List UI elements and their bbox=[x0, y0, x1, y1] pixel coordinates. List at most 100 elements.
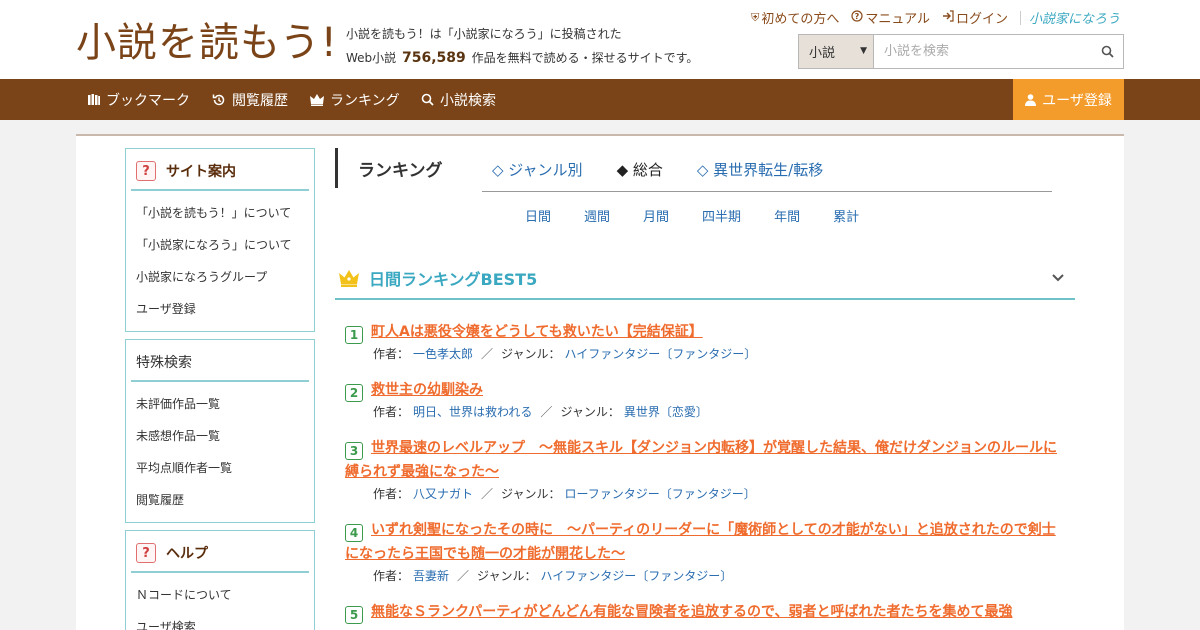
entry-title-line: 3 世界最速のレベルアップ ～無能スキル【ダンジョン内転移】が覚醒した結果、俺だけ… bbox=[345, 436, 1065, 484]
question-circle-icon: ? bbox=[851, 10, 863, 25]
sidebox-link[interactable]: ユーザ登録 bbox=[136, 293, 314, 325]
entry-title-link[interactable]: 無能なＳランクパーティがどんどん有能な冒険者を追放するので、弱者と呼ばれた者たち… bbox=[371, 604, 1012, 620]
nav-register-label: ユーザ登録 bbox=[1042, 92, 1112, 109]
nav-bookmark[interactable]: ブックマーク bbox=[88, 79, 190, 120]
period-monthly[interactable]: 月間 bbox=[643, 206, 669, 225]
entry-title-link[interactable]: 救世主の幼馴染み bbox=[371, 382, 483, 398]
entry-title-line: 5 無能なＳランクパーティがどんどん有能な冒険者を追放するので、弱者と呼ばれた者た… bbox=[345, 600, 1065, 624]
sidebox-title: 特殊検索 bbox=[136, 355, 192, 371]
author-label: 作者： bbox=[373, 487, 410, 501]
nav-register-button[interactable]: ユーザ登録 bbox=[1013, 79, 1124, 120]
top-links: ⛨ 初めての方へ ? マニュアル ログイン 小説家になろう bbox=[739, 8, 1120, 27]
entry-title-line: 2 救世主の幼馴染み bbox=[345, 378, 1065, 402]
author-link[interactable]: 吾妻新 bbox=[413, 569, 449, 583]
sidebox-link[interactable]: 未評価作品一覧 bbox=[136, 388, 314, 420]
author-link[interactable]: 八又ナガト bbox=[413, 487, 473, 501]
site-logo[interactable]: 小説を読もう! bbox=[76, 14, 332, 66]
work-count: 756,589 bbox=[402, 50, 466, 66]
chevron-down-icon[interactable] bbox=[1051, 269, 1065, 288]
tagline-line1: 小説を読もう！は「小説家になろう」に投稿された bbox=[346, 27, 622, 41]
author-link[interactable]: 一色孝太郎 bbox=[413, 347, 473, 361]
top-link-label: マニュアル bbox=[865, 12, 930, 27]
author-label: 作者： bbox=[373, 405, 410, 419]
sidebox-list: 「小説を読もう！」について 「小説家になろう」について 小説家になろうグループ … bbox=[126, 191, 314, 331]
sidebox-title: ヘルプ bbox=[166, 546, 208, 562]
entry-meta: 作者： 八又ナガト ／ ジャンル： ローファンタジー〔ファンタジー〕 bbox=[345, 484, 1065, 504]
entry-title-link[interactable]: 町人Aは悪役令嬢をどうしても救いたい【完結保証】 bbox=[371, 324, 703, 340]
user-icon bbox=[1025, 93, 1037, 106]
sidebox-link[interactable]: 「小説家になろう」について bbox=[136, 229, 314, 261]
entry-title-line: 4 いずれ剣聖になったその時に 〜パーティのリーダーに「魔術師としての才能がない」… bbox=[345, 518, 1065, 566]
best5-header[interactable]: 日間ランキングBEST5 bbox=[335, 258, 1075, 300]
sidebox-link[interactable]: 小説家になろうグループ bbox=[136, 261, 314, 293]
period-total[interactable]: 累計 bbox=[833, 206, 859, 225]
caret-down-icon: ▼ bbox=[860, 46, 867, 56]
genre-label: ジャンル： bbox=[560, 405, 620, 419]
top-link-beginner[interactable]: ⛨ 初めての方へ bbox=[751, 8, 839, 28]
genre-link[interactable]: ハイファンタジー〔ファンタジー〕 bbox=[564, 347, 756, 361]
sidebox-link[interactable]: ユーザ検索 bbox=[136, 611, 314, 630]
nav-search[interactable]: 小説検索 bbox=[421, 79, 496, 120]
genre-label: ジャンル： bbox=[477, 569, 537, 583]
search-input[interactable] bbox=[874, 35, 1091, 68]
entry-title-link[interactable]: 世界最速のレベルアップ ～無能スキル【ダンジョン内転移】が覚醒した結果、俺だけダ… bbox=[345, 440, 1057, 480]
top-link-manual[interactable]: ? マニュアル bbox=[851, 8, 930, 27]
genre-link[interactable]: ハイファンタジー〔ファンタジー〕 bbox=[540, 569, 732, 583]
rank-badge: 4 bbox=[345, 524, 363, 542]
nav-history[interactable]: 閲覧履歴 bbox=[212, 79, 288, 120]
genre-link[interactable]: 異世界〔恋愛〕 bbox=[624, 405, 708, 419]
sidebox-header: ? サイト案内 bbox=[131, 149, 309, 191]
nav-ranking[interactable]: ランキング bbox=[310, 79, 400, 120]
meta-separator: ／ bbox=[457, 569, 470, 583]
crown-icon bbox=[310, 93, 324, 106]
site-header: 小説を読もう! 小説を読もう！は「小説家になろう」に投稿された Web小説 75… bbox=[0, 0, 1200, 79]
meta-separator: ／ bbox=[481, 487, 494, 501]
ranking-entry: 1 町人Aは悪役令嬢をどうしても救いたい【完結保証】 作者： 一色孝太郎 ／ ジャンル：… bbox=[345, 320, 1065, 364]
genre-link[interactable]: ローファンタジー〔ファンタジー〕 bbox=[564, 487, 755, 501]
tab-overall[interactable]: ◆ 総合 bbox=[617, 159, 663, 180]
login-icon bbox=[942, 10, 954, 25]
tagline-suffix: 作品を無料で読める・探せるサイトです。 bbox=[471, 51, 699, 65]
sidebox-link[interactable]: 平均点順作者一覧 bbox=[136, 452, 314, 484]
tab-genre[interactable]: ◇ ジャンル別 bbox=[492, 159, 583, 180]
ranking-tabs: ◇ ジャンル別 ◆ 総合 ◇ 異世界転生/転移 bbox=[482, 148, 1052, 192]
search-bar: 小説 ▼ bbox=[798, 34, 1124, 69]
search-icon bbox=[421, 93, 434, 106]
ranking-entry: 2 救世主の幼馴染み 作者： 明日、世界は救われる ／ ジャンル： 異世界〔恋愛〕 bbox=[345, 378, 1065, 422]
sidebox-link[interactable]: 「小説を読もう！」について bbox=[136, 197, 314, 229]
help-question-icon: ? bbox=[136, 543, 156, 563]
rank-badge: 5 bbox=[345, 606, 363, 624]
nav-label: 閲覧履歴 bbox=[232, 92, 288, 109]
sidebox-special-search: 特殊検索 未評価作品一覧 未感想作品一覧 平均点順作者一覧 閲覧履歴 bbox=[125, 339, 315, 523]
search-category-value: 小説 bbox=[809, 46, 836, 61]
sidebox-link[interactable]: 閲覧履歴 bbox=[136, 484, 314, 516]
author-link[interactable]: 明日、世界は救われる bbox=[413, 405, 532, 419]
author-label: 作者： bbox=[373, 347, 410, 361]
narou-brand-link[interactable]: 小説家になろう bbox=[1029, 8, 1120, 27]
history-icon bbox=[212, 93, 226, 107]
ranking-entry: 4 いずれ剣聖になったその時に 〜パーティのリーダーに「魔術師としての才能がない」… bbox=[345, 518, 1065, 586]
period-yearly[interactable]: 年間 bbox=[774, 206, 800, 225]
tab-isekai[interactable]: ◇ 異世界転生/転移 bbox=[697, 159, 823, 180]
sidebox-help: ? ヘルプ Ｎコードについて ユーザ検索 bbox=[125, 530, 315, 630]
period-weekly[interactable]: 週間 bbox=[584, 206, 610, 225]
ranking-entry: 3 世界最速のレベルアップ ～無能スキル【ダンジョン内転移】が覚醒した結果、俺だけ… bbox=[345, 436, 1065, 504]
search-button[interactable] bbox=[1091, 35, 1123, 68]
period-quarterly[interactable]: 四半期 bbox=[702, 206, 741, 225]
content-area: ? サイト案内 「小説を読もう！」について 「小説家になろう」について 小説家に… bbox=[76, 134, 1124, 630]
nav-label: ブックマーク bbox=[106, 92, 190, 109]
sidebox-list: 未評価作品一覧 未感想作品一覧 平均点順作者一覧 閲覧履歴 bbox=[126, 382, 314, 522]
top-link-label: ログイン bbox=[955, 12, 1008, 27]
entry-meta: 作者： 明日、世界は救われる ／ ジャンル： 異世界〔恋愛〕 bbox=[345, 402, 1065, 422]
period-daily[interactable]: 日間 bbox=[525, 206, 551, 225]
meta-separator: ／ bbox=[540, 405, 553, 419]
entry-title-link[interactable]: いずれ剣聖になったその時に 〜パーティのリーダーに「魔術師としての才能がない」と… bbox=[345, 522, 1056, 562]
sidebox-link[interactable]: 未感想作品一覧 bbox=[136, 420, 314, 452]
site-tagline: 小説を読もう！は「小説家になろう」に投稿された Web小説 756,589 作品… bbox=[346, 22, 698, 70]
top-link-login[interactable]: ログイン bbox=[942, 8, 1008, 27]
author-label: 作者： bbox=[373, 569, 410, 583]
search-category-select[interactable]: 小説 ▼ bbox=[799, 35, 874, 68]
sidebox-link[interactable]: Ｎコードについて bbox=[136, 579, 314, 611]
bookshelf-icon bbox=[88, 94, 100, 105]
shield-icon: ⛨ bbox=[751, 10, 760, 24]
